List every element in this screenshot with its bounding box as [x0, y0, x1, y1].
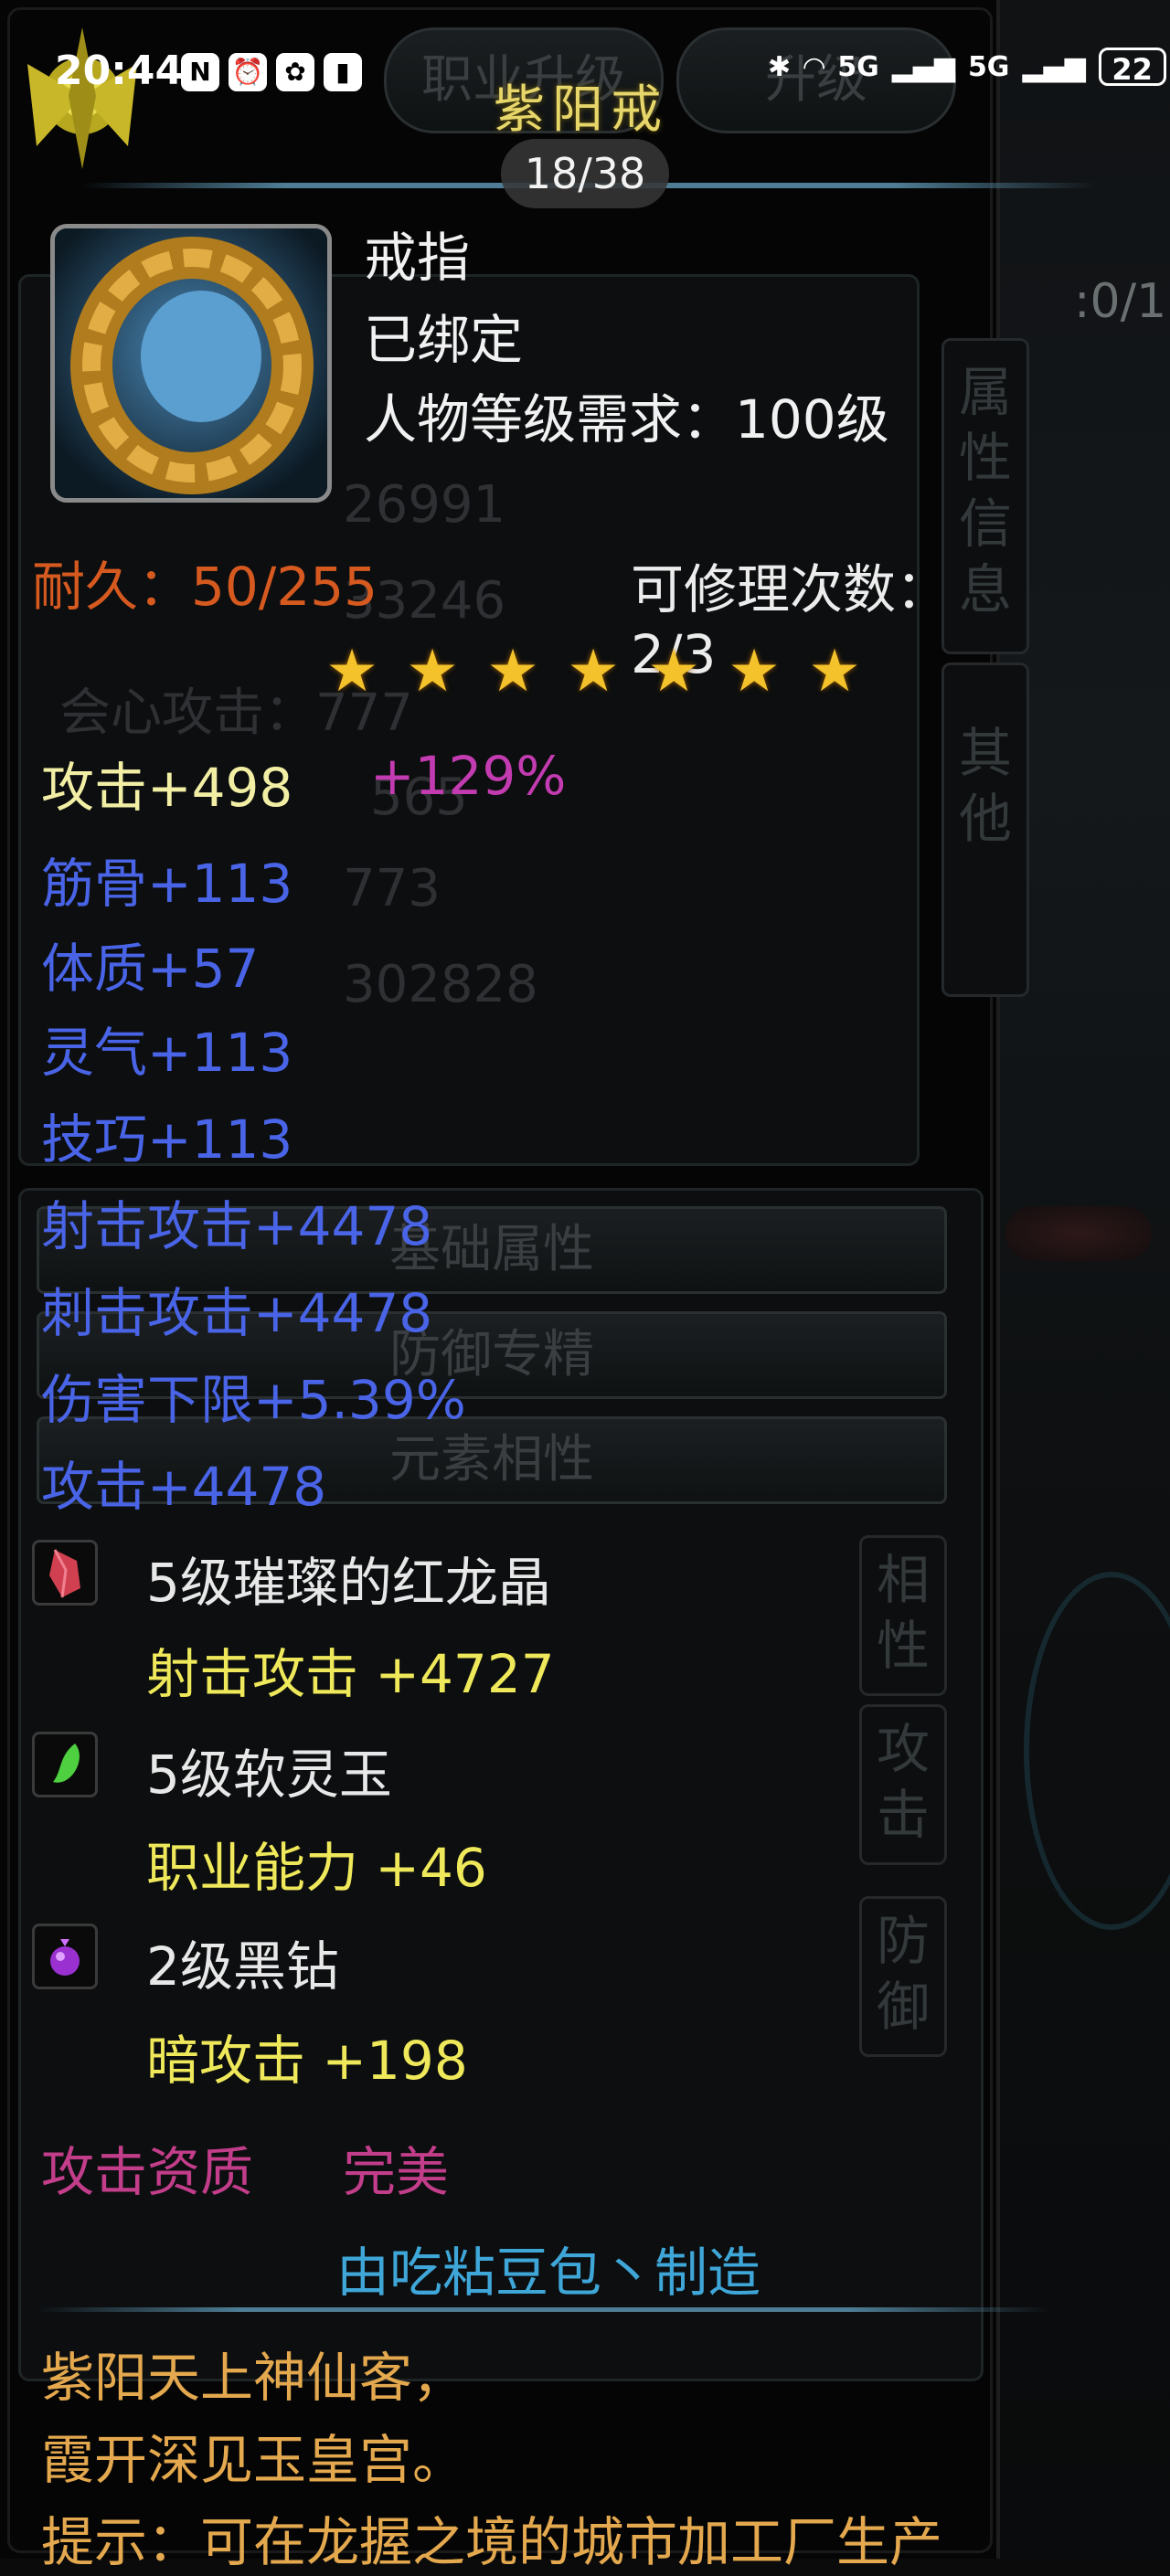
gem-stat: 暗攻击 +198: [146, 2030, 468, 2092]
background-decoration-ring: [1024, 1572, 1170, 1930]
gem-name: 5级璀璨的红龙晶: [146, 1552, 551, 1614]
durability: 耐久：50/255: [32, 556, 378, 618]
item-bound-status: 已绑定: [364, 309, 524, 371]
tab-affinity[interactable]: 相性: [859, 1535, 947, 1696]
gem-name: 2级黑钻: [146, 1935, 339, 1998]
nfc-icon: N: [181, 53, 219, 91]
gem-stat: 职业能力 +46: [146, 1837, 487, 1899]
attribute-stat: 筋骨+113: [41, 853, 293, 915]
star-icon: ★: [406, 638, 459, 705]
item-title: 紫阳戒: [494, 80, 669, 140]
status-left-icons: N ⏰ ✿ ▮: [181, 53, 362, 91]
red-dragon-crystal-icon: [32, 1540, 98, 1606]
footer-divider: [37, 2307, 1051, 2312]
wifi-icon: ◠: [803, 50, 825, 83]
background-decoration: [1005, 1206, 1152, 1261]
app-notification-icon: ▮: [324, 53, 362, 91]
page-indicator: 18/38: [501, 139, 669, 208]
signal-icon: ▂▄▆: [891, 50, 955, 83]
ring-icon: [55, 228, 327, 498]
emblem-icon: [27, 27, 137, 169]
gem-name: 5级软灵玉: [146, 1744, 392, 1806]
bonus-stat: 伤害下限+5.39%: [41, 1369, 466, 1431]
attack-stat: 攻击+498: [41, 757, 293, 819]
star-icon: ★: [808, 638, 861, 705]
ring-item-icon: [50, 224, 332, 503]
hint-text: 提示：可在龙握之境的城市加工厂生产: [41, 2511, 943, 2573]
background-counter: :0/1: [1074, 274, 1167, 329]
ghost-stat: 773: [343, 859, 441, 918]
ghost-stat: 26991: [343, 475, 506, 535]
gem-stat: 射击攻击 +4727: [146, 1643, 555, 1705]
flavor-text-line: 霞开深见玉皇宫。: [41, 2429, 466, 2491]
attribute-stat: 灵气+113: [41, 1022, 293, 1084]
star-icon: ★: [325, 638, 378, 705]
alarm-icon: ⏰: [229, 53, 267, 91]
attribute-stat: 体质+57: [41, 938, 260, 1000]
status-time: 20:44: [55, 48, 184, 94]
bluetooth-icon: ✱: [768, 50, 792, 83]
black-diamond-icon: [32, 1924, 98, 1989]
attack-percent: +129%: [370, 745, 567, 807]
star-rating: ★ ★ ★ ★ ★ ★ ★: [324, 638, 862, 705]
signal-icon: ▂▄▆: [1022, 50, 1086, 83]
quality-label: 攻击资质: [41, 2141, 254, 2203]
star-icon: ★: [728, 638, 781, 705]
bonus-stat: 射击攻击+4478: [41, 1195, 433, 1257]
battery-icon: 22: [1098, 48, 1166, 87]
item-level-requirement: 人物等级需求：100级: [364, 388, 889, 451]
star-icon: ★: [486, 638, 539, 705]
item-tooltip-panel: 26991 33246 会心攻击：777 565 773 302828 434 …: [0, 0, 1166, 2573]
wechat-icon: ✿: [276, 53, 314, 91]
tab-defense[interactable]: 防御: [859, 1896, 947, 2057]
network-label: 5G: [967, 50, 1010, 83]
network-label: 5G: [837, 50, 879, 83]
tab-attack[interactable]: 攻击: [859, 1704, 947, 1865]
star-icon: ★: [567, 638, 620, 705]
tab-other[interactable]: 其他: [941, 663, 1029, 997]
bonus-stat: 刺击攻击+4478: [41, 1282, 433, 1344]
bonus-stat: 攻击+4478: [41, 1456, 327, 1518]
quality-value: 完美: [343, 2141, 450, 2203]
status-right-icons: ✱ ◠ 5G ▂▄▆ 5G ▂▄▆ 22 ⚡: [768, 48, 1170, 87]
maker-text: 由吃粘豆包丶制造: [336, 2242, 761, 2304]
attribute-stat: 技巧+113: [41, 1108, 293, 1171]
star-icon: ★: [647, 638, 700, 705]
ghost-stat: 302828: [343, 955, 538, 1014]
soft-jade-icon: [32, 1732, 98, 1797]
item-type: 戒指: [364, 227, 471, 289]
flavor-text-line: 紫阳天上神仙客，: [41, 2347, 466, 2409]
